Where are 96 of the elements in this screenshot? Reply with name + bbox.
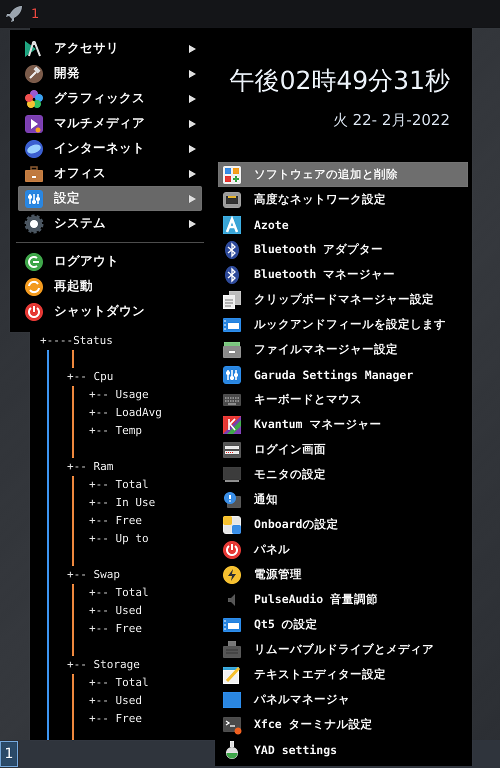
menu-item[interactable]: Bluetooth アダプター: [218, 237, 468, 262]
login-screen-icon: [222, 440, 242, 460]
menu-item[interactable]: Kvantum マネージャー: [218, 412, 468, 437]
rainbow-k-icon: [222, 414, 242, 434]
video-music-icon: [24, 114, 44, 134]
menu-item[interactable]: Bluetooth マネージャー: [218, 262, 468, 287]
color-flower-icon: [24, 88, 44, 108]
power-icon: [222, 540, 242, 560]
tree-label: +-- Cpu: [67, 370, 114, 383]
menu-item[interactable]: Xfce ターミナル設定: [218, 712, 468, 737]
menu-item[interactable]: テキストエディター設定: [218, 662, 468, 687]
menu-item[interactable]: 高度なネットワーク設定: [218, 187, 468, 212]
menu-item[interactable]: 再起動: [18, 274, 202, 299]
tree-label: +-- Swap: [67, 568, 120, 581]
clock-time: 午後02時49分31秒: [230, 65, 450, 97]
menu-item[interactable]: 電源管理: [218, 562, 468, 587]
tree-label: +-- Ram: [67, 460, 114, 473]
documents-icon: [222, 290, 242, 310]
menu-item[interactable]: Onboardの設定: [218, 512, 468, 537]
rocket-icon[interactable]: [5, 5, 23, 23]
sliders-icon: [222, 364, 242, 384]
menu-item[interactable]: パネル: [218, 537, 468, 562]
tree-label: +----Status: [40, 334, 113, 347]
menu-item[interactable]: インターネット: [18, 136, 202, 161]
terminal-icon: [222, 714, 242, 734]
gear-icon: [24, 214, 44, 234]
menu-item[interactable]: 開発: [18, 61, 202, 86]
submenu-arrow-icon: [189, 44, 196, 52]
menu-item[interactable]: Qt5 の設定: [218, 612, 468, 637]
submenu-arrow-icon: [189, 170, 196, 178]
menu-item[interactable]: パネルマネージャ: [218, 687, 468, 712]
tree-label: +-- Free: [89, 514, 142, 527]
clock-date: 火 22- 2月-2022: [332, 111, 450, 130]
workspace-number[interactable]: 1: [31, 6, 40, 22]
menu-item[interactable]: PulseAudio 音量調節: [218, 587, 468, 612]
submenu-arrow-icon: [189, 120, 196, 128]
tree-label: +-- Up to: [89, 532, 149, 545]
drafting-tools-icon: [24, 38, 44, 58]
tree-label: +-- Used: [89, 604, 142, 617]
tree-label: +-- Temp: [89, 424, 142, 437]
bluetooth-icon: [222, 264, 242, 284]
logout-icon: [24, 252, 44, 272]
letter-a-icon: [222, 214, 242, 234]
tree-label: +-- Free: [89, 622, 142, 635]
menu-item[interactable]: リムーバブルドライブとメディア: [218, 637, 468, 662]
menu-item[interactable]: グラフィックス: [18, 86, 202, 111]
submenu-arrow-icon: [189, 94, 196, 102]
menu-item[interactable]: マルチメディア: [18, 111, 202, 136]
bluetooth-icon: [222, 240, 242, 260]
tree-label: +-- Storage: [67, 658, 140, 671]
globe-icon: [24, 138, 44, 158]
menu-item[interactable]: キーボードとマウス: [218, 387, 468, 412]
briefcase-icon: [24, 164, 44, 184]
network-port-icon: [222, 190, 242, 210]
submenu-arrow-icon: [189, 70, 196, 78]
menu-item[interactable]: ログアウト: [18, 249, 202, 274]
hammer-icon: [24, 64, 44, 84]
window-tile-icon: [222, 690, 242, 710]
notification-icon: [222, 490, 242, 510]
tree-label: +-- Total: [89, 586, 149, 599]
menu-item[interactable]: システム: [18, 211, 202, 236]
menu-item[interactable]: ルックアンドフィールを設定します: [218, 312, 468, 337]
drive-icon: [222, 640, 242, 660]
onboard-keys-icon: [222, 514, 242, 534]
app-grid-icon: [222, 164, 242, 184]
menu-item[interactable]: Azote: [218, 212, 468, 237]
tree-label: +-- Free: [89, 712, 142, 725]
menu-item[interactable]: 通知: [218, 487, 468, 512]
tree-label: +-- LoadAvg: [89, 406, 162, 419]
menu-item[interactable]: ファイルマネージャー設定: [218, 337, 468, 362]
menu-item[interactable]: モニタの設定: [218, 462, 468, 487]
menu-item[interactable]: クリップボードマネージャー設定: [218, 287, 468, 312]
menu-item[interactable]: アクセサリ: [18, 36, 202, 61]
power-icon: [24, 302, 44, 322]
submenu-arrow-icon: [189, 144, 196, 152]
monitor-icon: [222, 464, 242, 484]
lightning-icon: [222, 564, 242, 584]
menu-item[interactable]: シャットダウン: [18, 299, 202, 324]
tree-label: +-- Total: [89, 676, 149, 689]
tree-label: +-- Used: [89, 694, 142, 707]
file-drawer-icon: [222, 340, 242, 360]
menu-item[interactable]: Garuda Settings Manager: [218, 362, 468, 387]
tree-label: +-- In Use: [89, 496, 156, 509]
tree-label: +-- Usage: [89, 388, 149, 401]
tree-label: +-- Total: [89, 478, 149, 491]
menu-item[interactable]: ログイン画面: [218, 437, 468, 462]
menu-item[interactable]: ソフトウェアの追加と削除: [218, 162, 468, 187]
menu-item[interactable]: 設定: [18, 186, 202, 211]
restart-icon: [24, 276, 44, 296]
menu-item[interactable]: YAD settings: [218, 737, 468, 762]
submenu-arrow-icon: [189, 220, 196, 228]
menu-item[interactable]: オフィス: [18, 161, 202, 186]
submenu-arrow-icon: [189, 194, 196, 202]
sliders-icon: [24, 188, 44, 208]
pencil-note-icon: [222, 664, 242, 684]
workspace-button[interactable]: 1: [0, 741, 18, 767]
